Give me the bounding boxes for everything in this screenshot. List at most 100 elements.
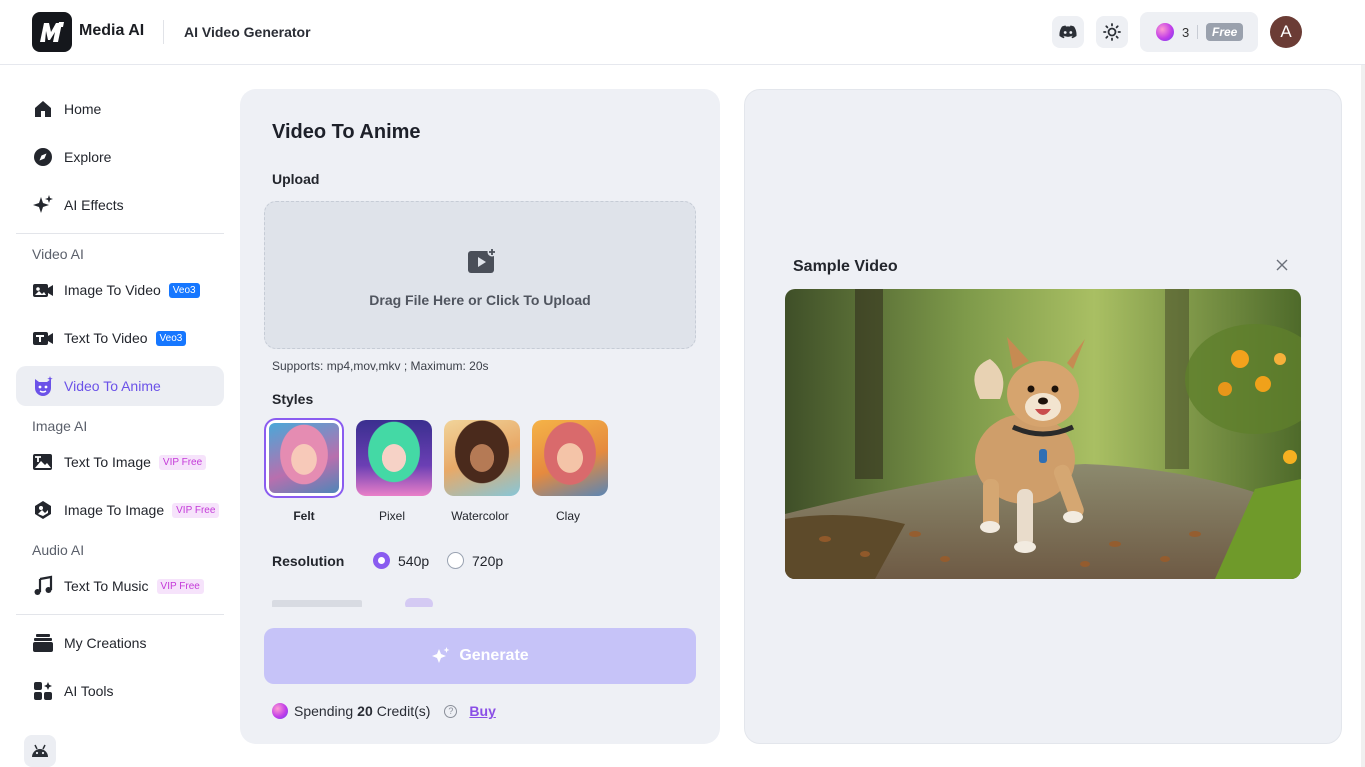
text-image-icon bbox=[32, 451, 54, 473]
spending-suffix: Credit(s) bbox=[376, 703, 431, 719]
sidebar-item-label: AI Effects bbox=[64, 197, 124, 213]
discord-button[interactable] bbox=[1052, 16, 1084, 48]
sidebar-item-image-to-image[interactable]: Image To Image VIP Free bbox=[16, 490, 224, 530]
help-question-icon[interactable]: ? bbox=[444, 704, 458, 718]
upload-dropzone[interactable]: Drag File Here or Click To Upload bbox=[264, 201, 696, 349]
sidebar-item-label: Home bbox=[64, 101, 102, 117]
theme-toggle-button[interactable] bbox=[1096, 16, 1128, 48]
generate-label: Generate bbox=[459, 647, 529, 664]
sidebar-item-label: Explore bbox=[64, 149, 112, 165]
resolution-label-540p[interactable]: 540p bbox=[398, 553, 429, 569]
video-upload-icon bbox=[468, 248, 497, 273]
sidebar: Home Explore AI Effects Video AI Image T… bbox=[0, 65, 240, 767]
sidebar-item-label: AI Tools bbox=[64, 683, 114, 699]
discord-icon bbox=[1059, 25, 1077, 39]
generate-button[interactable]: Generate bbox=[264, 628, 696, 684]
resolution-radio-540p[interactable] bbox=[373, 552, 390, 569]
sidebar-item-video-to-anime[interactable]: Video To Anime bbox=[16, 366, 224, 406]
veo3-badge: Veo3 bbox=[168, 282, 200, 298]
header-title: AI Video Generator bbox=[184, 24, 311, 40]
sidebar-item-label: My Creations bbox=[64, 635, 147, 651]
user-avatar[interactable]: A bbox=[1270, 16, 1302, 48]
sparkle-icon bbox=[32, 194, 54, 216]
sidebar-divider bbox=[16, 614, 224, 615]
vip-free-badge: VIP Free bbox=[158, 454, 207, 470]
style-name-watercolor: Watercolor bbox=[451, 509, 509, 523]
page-scrollbar[interactable] bbox=[1361, 65, 1365, 767]
text-video-icon bbox=[32, 327, 54, 349]
section-title-audio-ai: Audio AI bbox=[32, 542, 85, 558]
style-option-clay[interactable] bbox=[532, 420, 608, 496]
image-transform-icon bbox=[32, 499, 54, 521]
spending-info: Spending 20 Credit(s) ? Buy bbox=[272, 701, 496, 721]
upload-label: Upload bbox=[272, 171, 320, 187]
spending-amount: 20 bbox=[357, 703, 373, 719]
clay-style-thumbnail bbox=[532, 420, 608, 496]
compass-icon bbox=[32, 146, 54, 168]
logo-mark-icon bbox=[40, 22, 64, 42]
resolution-label-720p[interactable]: 720p bbox=[472, 553, 503, 569]
stack-icon bbox=[32, 632, 54, 654]
video-to-anime-form: Video To Anime Upload Drag File Here or … bbox=[240, 89, 720, 744]
sidebar-item-image-to-video[interactable]: Image To Video Veo3 bbox=[16, 270, 224, 310]
sidebar-item-text-to-image[interactable]: Text To Image VIP Free bbox=[16, 442, 224, 482]
style-option-felt[interactable] bbox=[264, 418, 344, 498]
android-app-button[interactable] bbox=[24, 735, 56, 767]
sidebar-item-label: Text To Image bbox=[64, 454, 151, 470]
style-name-felt: Felt bbox=[293, 509, 315, 523]
android-icon bbox=[32, 744, 48, 757]
dog-running-thumbnail bbox=[785, 289, 1301, 579]
pixel-style-thumbnail bbox=[356, 420, 432, 496]
upload-instruction: Drag File Here or Click To Upload bbox=[369, 292, 591, 308]
sidebar-item-home[interactable]: Home bbox=[16, 89, 224, 129]
sidebar-item-my-creations[interactable]: My Creations bbox=[16, 623, 224, 663]
top-header: Media AI AI Video Generator 3 Free A bbox=[0, 0, 1365, 65]
sidebar-item-label: Text To Music bbox=[64, 578, 149, 594]
style-name-clay: Clay bbox=[555, 509, 580, 523]
sidebar-item-label: Text To Video bbox=[64, 330, 148, 346]
sparkle-icon bbox=[432, 647, 450, 663]
music-note-icon bbox=[32, 575, 54, 597]
sidebar-item-label: Image To Video bbox=[64, 282, 161, 298]
style-name-pixel: Pixel bbox=[378, 509, 405, 523]
anime-face-icon bbox=[32, 375, 54, 397]
sun-icon bbox=[1103, 23, 1121, 41]
watercolor-style-thumbnail bbox=[444, 420, 520, 496]
vip-free-badge: VIP Free bbox=[172, 502, 220, 518]
felt-style-thumbnail bbox=[266, 420, 342, 496]
sidebar-divider bbox=[16, 233, 224, 234]
vip-free-badge: VIP Free bbox=[156, 578, 204, 594]
sidebar-item-text-to-music[interactable]: Text To Music VIP Free bbox=[16, 566, 224, 606]
styles-label: Styles bbox=[272, 391, 314, 407]
header-divider bbox=[163, 20, 164, 44]
section-title-image-ai: Image AI bbox=[32, 418, 88, 434]
sidebar-item-label: Image To Image bbox=[64, 502, 165, 518]
sample-video-title: Sample Video bbox=[793, 258, 898, 275]
supported-formats: Supports: mp4,mov,mkv ; Maximum: 20s bbox=[272, 359, 489, 373]
image-video-icon bbox=[32, 279, 54, 301]
preview-panel: Sample Video bbox=[744, 89, 1342, 744]
credits-pill[interactable]: 3 Free bbox=[1140, 12, 1258, 52]
sidebar-item-text-to-video[interactable]: Text To Video Veo3 bbox=[16, 318, 224, 358]
media-ai-logo[interactable] bbox=[32, 12, 72, 52]
resolution-label: Resolution bbox=[272, 553, 345, 569]
buy-credits-link[interactable]: Buy bbox=[469, 703, 495, 719]
grid-tools-icon bbox=[32, 680, 54, 702]
veo3-badge: Veo3 bbox=[155, 330, 187, 346]
sidebar-item-explore[interactable]: Explore bbox=[16, 137, 224, 177]
sidebar-item-ai-tools[interactable]: AI Tools bbox=[16, 671, 224, 711]
style-option-pixel[interactable] bbox=[356, 420, 432, 496]
credit-gem-icon bbox=[272, 703, 288, 719]
style-option-watercolor[interactable] bbox=[444, 420, 520, 496]
sidebar-item-ai-effects[interactable]: AI Effects bbox=[16, 185, 224, 225]
home-icon bbox=[32, 98, 54, 120]
page-title: Video To Anime bbox=[272, 121, 421, 143]
sidebar-item-label: Video To Anime bbox=[64, 378, 161, 394]
plan-badge: Free bbox=[1206, 23, 1244, 41]
brand-name: Media AI bbox=[79, 22, 145, 39]
faded-overflow-row bbox=[272, 595, 472, 607]
credit-count: 3 bbox=[1182, 25, 1190, 40]
close-icon[interactable] bbox=[1275, 258, 1289, 272]
resolution-radio-720p[interactable] bbox=[447, 552, 464, 569]
sample-video-player[interactable] bbox=[785, 289, 1301, 579]
